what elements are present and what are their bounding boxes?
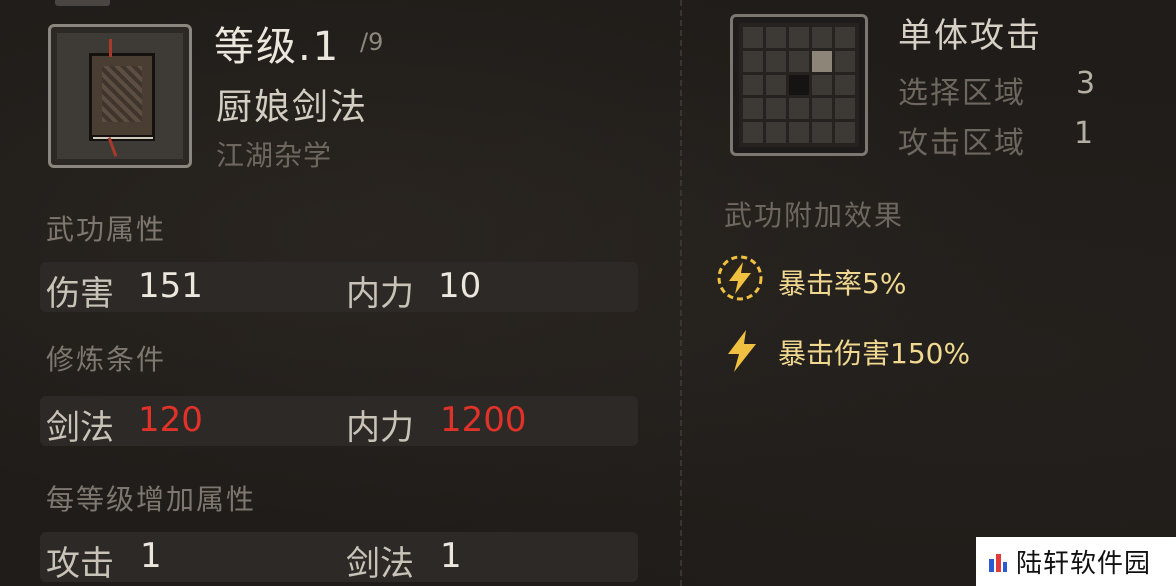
book-ribbon bbox=[109, 39, 112, 57]
grid-cell bbox=[789, 50, 809, 72]
grid-cell bbox=[812, 98, 832, 120]
grid-cell bbox=[766, 27, 786, 48]
attack-type: 单体攻击 bbox=[898, 16, 1042, 56]
grid-cell bbox=[766, 98, 786, 120]
select-area-label: 选择区域 bbox=[898, 76, 1026, 111]
attribute-value: 151 bbox=[138, 266, 203, 306]
per-level-value: 1 bbox=[440, 536, 462, 576]
per-level-value: 1 bbox=[140, 536, 162, 576]
grid-cell bbox=[766, 74, 786, 96]
attribute-label: 内力 bbox=[346, 274, 414, 314]
grid-cell bbox=[743, 98, 763, 120]
requirement-label: 剑法 bbox=[46, 408, 114, 448]
requirements-title: 修炼条件 bbox=[46, 343, 167, 376]
grid-cell-origin bbox=[789, 74, 809, 96]
book-pages bbox=[91, 135, 155, 141]
per-level-label: 剑法 bbox=[346, 544, 414, 584]
requirement-label: 内力 bbox=[346, 408, 414, 448]
skill-category: 江湖杂学 bbox=[216, 139, 333, 172]
panel-divider bbox=[680, 0, 682, 586]
grid-cell bbox=[835, 27, 855, 48]
skill-book-icon bbox=[48, 24, 192, 168]
per-level-row bbox=[40, 532, 638, 582]
effect-text: 暴击伤害150% bbox=[778, 337, 971, 370]
per-level-title: 每等级增加属性 bbox=[46, 483, 257, 516]
skill-level: 等级.1 bbox=[214, 24, 341, 70]
grid-cell bbox=[766, 122, 786, 143]
attack-area-value: 1 bbox=[1074, 116, 1094, 151]
grid-cell bbox=[743, 27, 763, 48]
attribute-label: 伤害 bbox=[46, 274, 114, 314]
grid-cell bbox=[835, 74, 855, 96]
grid-cell bbox=[789, 98, 809, 120]
attack-area-label: 攻击区域 bbox=[898, 126, 1026, 161]
grid-cell bbox=[766, 50, 786, 72]
select-area-value: 3 bbox=[1076, 66, 1096, 101]
grid-cell bbox=[743, 50, 763, 72]
grid-cell-target bbox=[812, 50, 832, 72]
watermark: 陆轩软件园 bbox=[976, 537, 1176, 586]
skill-name: 厨娘剑法 bbox=[216, 87, 369, 128]
requirements-row bbox=[40, 396, 638, 446]
attributes-row bbox=[40, 262, 638, 312]
watermark-text: 陆轩软件园 bbox=[1016, 549, 1152, 579]
grid-cell bbox=[743, 122, 763, 143]
grid-cell bbox=[835, 122, 855, 143]
effect-text: 暴击率5% bbox=[778, 267, 907, 300]
grid-cell bbox=[812, 74, 832, 96]
grid-cell bbox=[835, 50, 855, 72]
grid-cell bbox=[835, 98, 855, 120]
attributes-title: 武功属性 bbox=[46, 213, 167, 246]
book-cover bbox=[89, 53, 155, 141]
skill-level-max: /9 bbox=[360, 28, 384, 56]
watermark-logo-icon bbox=[989, 553, 1007, 572]
grid-cells bbox=[743, 27, 855, 143]
attack-range-grid bbox=[730, 14, 868, 156]
effects-title: 武功附加效果 bbox=[724, 199, 905, 232]
lightning-icon bbox=[718, 326, 766, 374]
grid-cell bbox=[812, 122, 832, 143]
attribute-value: 10 bbox=[438, 266, 482, 306]
requirement-value: 1200 bbox=[440, 400, 527, 440]
top-tab-edge bbox=[55, 0, 110, 6]
requirement-value: 120 bbox=[138, 400, 203, 440]
grid-cell bbox=[812, 27, 832, 48]
grid-cell bbox=[789, 27, 809, 48]
grid-cell bbox=[789, 122, 809, 143]
per-level-label: 攻击 bbox=[46, 544, 114, 584]
grid-cell bbox=[743, 74, 763, 96]
lightning-circle-icon bbox=[716, 254, 764, 302]
